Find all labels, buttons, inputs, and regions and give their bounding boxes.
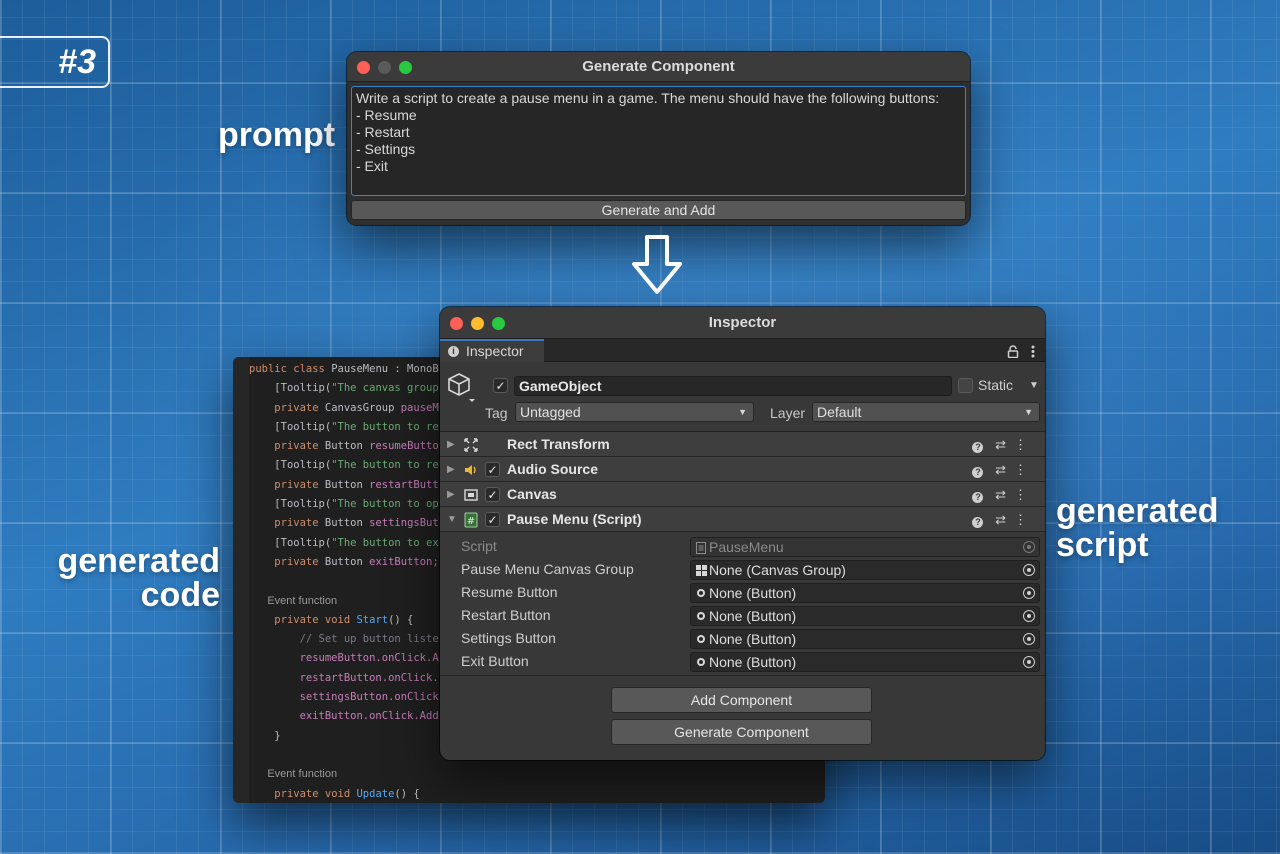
tag-dropdown[interactable]: Untagged ▼	[515, 402, 754, 422]
property-script: Script PauseMenu	[440, 535, 1045, 558]
component-audio-source[interactable]: ▶ ✓ Audio Source ? ⇄⋮	[440, 457, 1045, 482]
kebab-menu-icon[interactable]: ⋮	[1014, 487, 1035, 502]
gameobject-cube-icon[interactable]	[446, 370, 476, 404]
object-picker-icon[interactable]	[1023, 610, 1035, 622]
preset-icon[interactable]: ⇄	[995, 512, 1014, 527]
component-enabled-checkbox[interactable]: ✓	[485, 512, 500, 527]
static-dropdown-icon[interactable]: ▼	[1029, 380, 1039, 391]
help-icon[interactable]: ?	[972, 492, 984, 503]
restart-button-field[interactable]: None (Button)	[690, 606, 1040, 626]
code-line: private void Update() {	[274, 787, 420, 800]
speaker-icon	[465, 465, 476, 475]
fold-arrow-icon[interactable]: ▶	[447, 482, 455, 507]
component-enabled-checkbox[interactable]: ✓	[485, 462, 500, 477]
generated-code-label: generated code	[57, 542, 221, 614]
help-icon[interactable]: ?	[972, 442, 984, 453]
property-exit-button: Exit Button None (Button)	[440, 650, 1045, 673]
step-badge: #3	[0, 36, 110, 88]
divider	[440, 675, 1045, 676]
prompt-textarea[interactable]: Write a script to create a pause menu in…	[351, 86, 966, 196]
kebab-menu-icon[interactable]	[1031, 345, 1035, 358]
kebab-menu-icon[interactable]: ⋮	[1014, 462, 1035, 477]
button-component-icon	[697, 589, 705, 597]
object-picker-icon[interactable]	[1023, 656, 1035, 668]
editor-gutter	[233, 357, 249, 803]
script-reference-field: PauseMenu	[690, 537, 1040, 557]
exit-button-field[interactable]: None (Button)	[690, 652, 1040, 672]
kebab-menu-icon[interactable]: ⋮	[1014, 437, 1035, 452]
generate-component-button[interactable]: Generate Component	[611, 719, 872, 745]
layer-label: Layer	[770, 405, 806, 421]
generate-and-add-button[interactable]: Generate and Add	[351, 200, 966, 220]
object-picker-icon	[1023, 541, 1035, 553]
svg-text:#: #	[467, 516, 475, 527]
gameobject-active-checkbox[interactable]: ✓	[493, 378, 508, 393]
property-resume-button: Resume Button None (Button)	[440, 581, 1045, 604]
component-canvas[interactable]: ▶ ✓ Canvas ? ⇄⋮	[440, 482, 1045, 507]
canvas-group-icon	[696, 565, 707, 576]
preset-icon[interactable]: ⇄	[995, 487, 1014, 502]
static-label: Static	[978, 377, 1014, 393]
chevron-down-icon: ▼	[1024, 407, 1033, 417]
generated-script-label: generated script	[1056, 492, 1219, 564]
button-component-icon	[697, 635, 705, 643]
script-file-icon	[696, 542, 706, 554]
tab-inspector[interactable]: i Inspector	[440, 339, 544, 362]
prompt-label: prompt	[218, 116, 336, 154]
property-settings-button: Settings Button None (Button)	[440, 627, 1045, 650]
window-title: Inspector	[708, 314, 777, 331]
tag-label: Tag	[485, 405, 508, 421]
script-properties: Script PauseMenu Pause Menu Canvas Group…	[440, 532, 1045, 673]
fold-arrow-icon[interactable]: ▶	[447, 457, 455, 482]
chevron-down-icon: ▼	[738, 407, 747, 417]
tab-actions	[1007, 341, 1035, 361]
object-picker-icon[interactable]	[1023, 587, 1035, 599]
kebab-menu-icon[interactable]: ⋮	[1014, 512, 1035, 527]
resume-button-field[interactable]: None (Button)	[690, 583, 1040, 603]
button-component-icon	[697, 612, 705, 620]
component-enabled-checkbox[interactable]: ✓	[485, 487, 500, 502]
window-title: Generate Component	[582, 58, 735, 75]
layer-dropdown[interactable]: Default ▼	[812, 402, 1040, 422]
rect-transform-icon	[464, 438, 478, 452]
property-restart-button: Restart Button None (Button)	[440, 604, 1045, 627]
generate-component-window: Generate Component Write a script to cre…	[347, 52, 970, 225]
static-checkbox[interactable]	[958, 378, 973, 393]
property-pause-menu-canvas-group: Pause Menu Canvas Group None (Canvas Gro…	[440, 558, 1045, 581]
preset-icon[interactable]: ⇄	[995, 462, 1014, 477]
info-icon: i	[448, 346, 459, 357]
gameobject-header: ✓ GameObject Static ▼ Tag Untagged ▼ Lay…	[440, 362, 1045, 432]
object-picker-icon[interactable]	[1023, 633, 1035, 645]
fold-arrow-expanded-icon[interactable]: ▼	[447, 507, 457, 532]
titlebar: Generate Component	[347, 52, 970, 82]
tab-bar: i Inspector	[440, 339, 1045, 362]
help-icon[interactable]: ?	[972, 467, 984, 478]
add-component-button[interactable]: Add Component	[611, 687, 872, 713]
arrow-down-icon	[632, 235, 682, 294]
component-pause-menu-script[interactable]: ▼ # ✓ Pause Menu (Script) ? ⇄⋮	[440, 507, 1045, 532]
preset-icon[interactable]: ⇄	[995, 437, 1014, 452]
settings-button-field[interactable]: None (Button)	[690, 629, 1040, 649]
canvas-group-field[interactable]: None (Canvas Group)	[690, 560, 1040, 580]
canvas-icon	[464, 489, 478, 501]
component-rect-transform[interactable]: ▶ Rect Transform ? ⇄⋮	[440, 432, 1045, 457]
fold-arrow-icon[interactable]: ▶	[447, 432, 455, 457]
help-icon[interactable]: ?	[972, 517, 984, 528]
titlebar: Inspector	[440, 307, 1045, 339]
inspector-window: Inspector i Inspector ✓ GameObject Stati…	[440, 307, 1045, 760]
lock-icon[interactable]	[1007, 345, 1019, 359]
gameobject-name-field[interactable]: GameObject	[514, 376, 952, 396]
script-icon: #	[464, 512, 478, 528]
event-function-hint: Event function	[267, 768, 338, 781]
button-component-icon	[697, 658, 705, 666]
object-picker-icon[interactable]	[1023, 564, 1035, 576]
